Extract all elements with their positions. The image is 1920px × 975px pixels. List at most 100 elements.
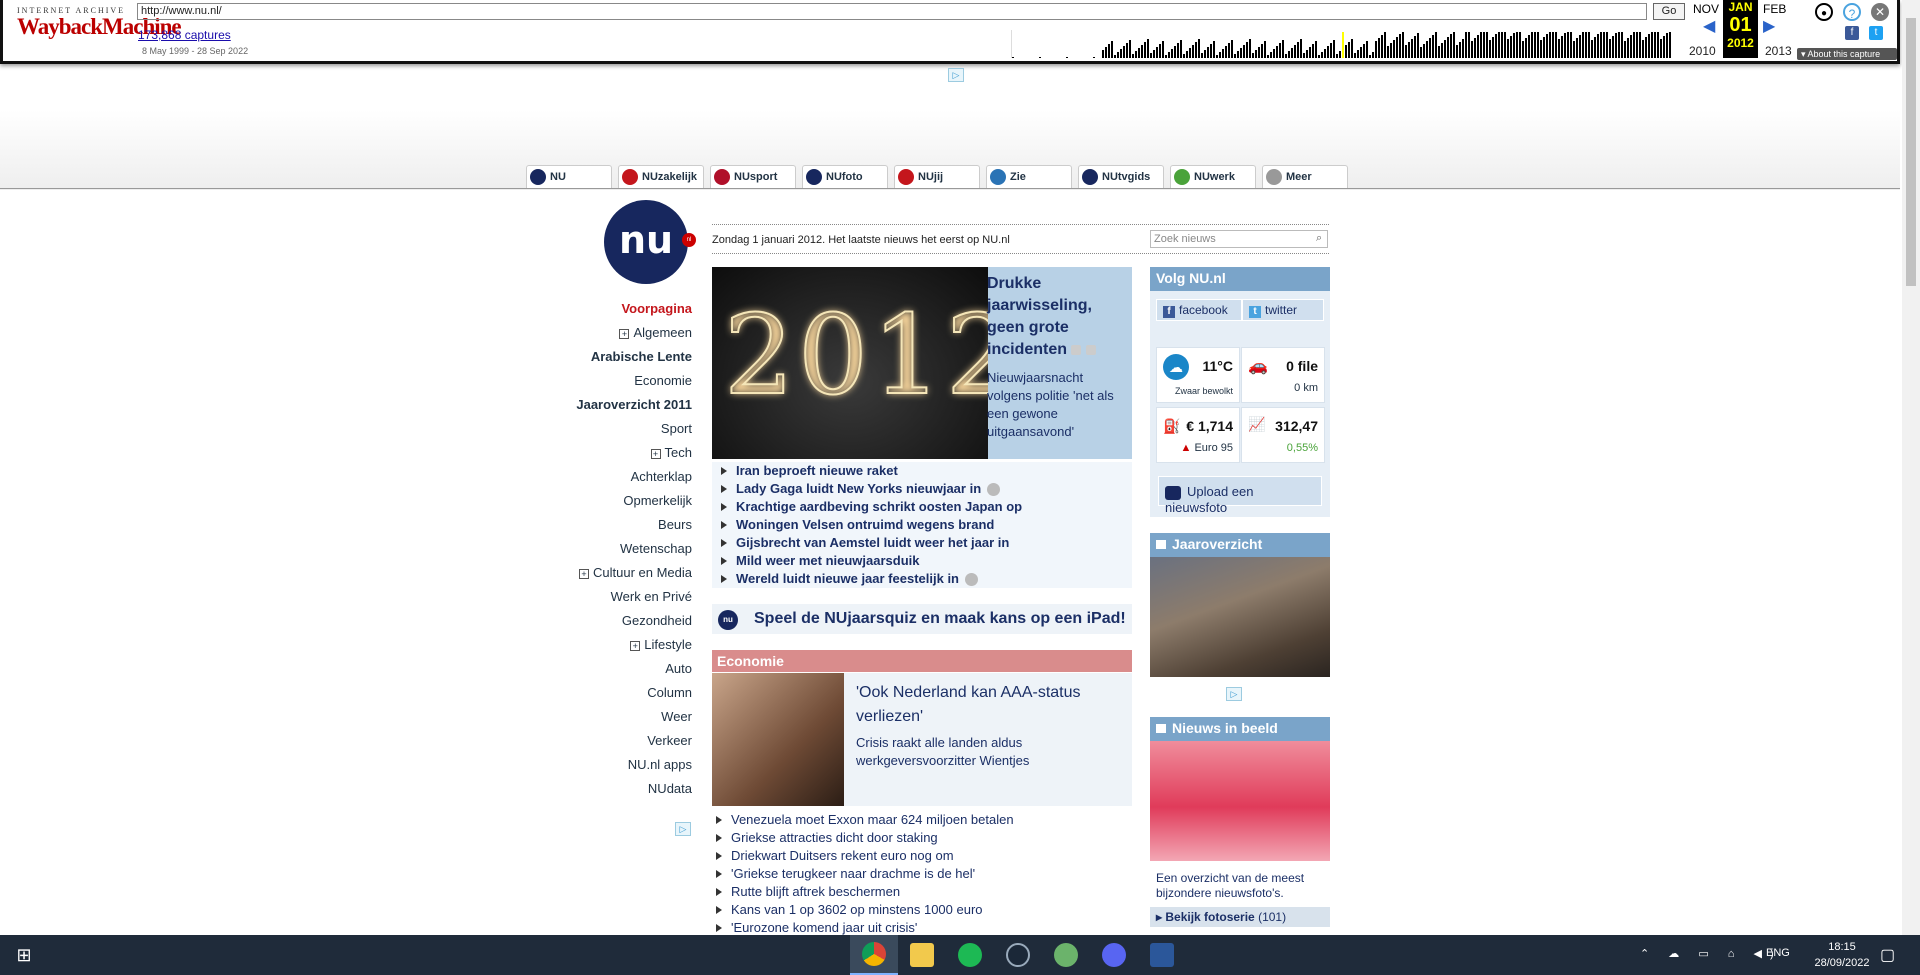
- capture-bar[interactable]: [1564, 33, 1566, 58]
- capture-bar[interactable]: [1111, 41, 1113, 58]
- capture-bar[interactable]: [1531, 32, 1533, 58]
- economie-item[interactable]: Venezuela moet Exxon maar 624 miljoen be…: [712, 811, 1132, 829]
- capture-bar[interactable]: [1651, 32, 1653, 58]
- capture-bar[interactable]: [1333, 40, 1335, 58]
- capture-bar[interactable]: [1498, 32, 1500, 58]
- capture-bar[interactable]: [1483, 32, 1485, 58]
- capture-bar[interactable]: [1501, 32, 1503, 58]
- capture-bar[interactable]: [1597, 34, 1599, 58]
- capture-bar[interactable]: [1639, 32, 1641, 58]
- capture-bar[interactable]: [1168, 52, 1170, 58]
- capture-bar[interactable]: [1282, 40, 1284, 58]
- economie-item[interactable]: Kans van 1 op 3602 op minstens 1000 euro: [712, 901, 1132, 919]
- capture-bar[interactable]: [1222, 49, 1224, 58]
- facebook-share-icon[interactable]: f: [1845, 26, 1859, 40]
- headline-item[interactable]: Woningen Velsen ontruimd wegens brand: [712, 516, 1132, 534]
- capture-bar[interactable]: [1321, 52, 1323, 58]
- headline-item[interactable]: Gijsbrecht van Aemstel luidt weer het ja…: [712, 534, 1132, 552]
- capture-bar[interactable]: [1390, 43, 1392, 58]
- capture-bar[interactable]: [1204, 50, 1206, 58]
- sidenav-item[interactable]: Gezondheid: [560, 612, 692, 636]
- capture-bar[interactable]: [1234, 54, 1236, 58]
- capture-bar[interactable]: [1402, 32, 1404, 58]
- capture-bar[interactable]: [1477, 35, 1479, 58]
- tab-nufoto[interactable]: NUfoto: [802, 165, 888, 188]
- wayback-prev-month[interactable]: NOV: [1693, 2, 1719, 16]
- capture-bar[interactable]: [1126, 43, 1128, 58]
- file-explorer-icon[interactable]: [898, 935, 946, 975]
- capture-bar[interactable]: [1405, 45, 1407, 58]
- capture-bar[interactable]: [1201, 53, 1203, 58]
- close-icon[interactable]: ✕: [1871, 3, 1889, 21]
- capture-bar[interactable]: [1633, 32, 1635, 58]
- capture-bar[interactable]: [1546, 34, 1548, 58]
- capture-bar[interactable]: [1441, 43, 1443, 58]
- capture-bar[interactable]: [1567, 32, 1569, 58]
- capture-bar[interactable]: [1486, 32, 1488, 58]
- capture-bar[interactable]: [1324, 49, 1326, 58]
- capture-bar[interactable]: [1210, 44, 1212, 58]
- economie-item[interactable]: 'Griekse terugkeer naar drachme is de he…: [712, 865, 1132, 883]
- capture-bar[interactable]: [1327, 46, 1329, 58]
- capture-bar[interactable]: [1219, 52, 1221, 58]
- twitter-button[interactable]: t twitter: [1242, 299, 1324, 321]
- capture-bar[interactable]: [1135, 51, 1137, 58]
- capture-bar[interactable]: [1444, 40, 1446, 58]
- discord-icon[interactable]: [1090, 935, 1138, 975]
- sidenav-item[interactable]: Werk en Privé: [560, 588, 692, 612]
- capture-bar[interactable]: [1384, 32, 1386, 58]
- capture-bar[interactable]: [1582, 32, 1584, 58]
- expand-icon[interactable]: +: [630, 640, 641, 651]
- scrollbar-thumb[interactable]: [1906, 18, 1916, 286]
- capture-bar[interactable]: [1585, 32, 1587, 58]
- economie-image[interactable]: [712, 673, 844, 806]
- capture-bar[interactable]: [1162, 41, 1164, 58]
- hero-title[interactable]: Drukke jaarwisseling, geen grote inciden…: [987, 273, 1127, 361]
- jaaroverzicht-header[interactable]: Jaaroverzicht: [1150, 533, 1330, 557]
- capture-bar[interactable]: [1615, 33, 1617, 58]
- wayback-next-year[interactable]: 2013: [1765, 44, 1792, 58]
- capture-bar[interactable]: [1093, 57, 1095, 58]
- expand-icon[interactable]: +: [650, 448, 661, 459]
- capture-bar[interactable]: [1489, 40, 1491, 58]
- ad-choices-icon[interactable]: ▷: [1226, 687, 1242, 701]
- capture-bar[interactable]: [1279, 43, 1281, 58]
- fuel-widget[interactable]: ⛽ € 1,714 ▲ Euro 95: [1156, 407, 1240, 463]
- tab-meer[interactable]: Meer: [1262, 165, 1348, 188]
- capture-bar[interactable]: [1657, 32, 1659, 58]
- capture-bar[interactable]: [1315, 41, 1317, 58]
- capture-bar[interactable]: [1648, 34, 1650, 58]
- ad-choices-icon[interactable]: ▷: [675, 822, 691, 836]
- capture-bar[interactable]: [1669, 32, 1671, 58]
- capture-bar[interactable]: [1492, 37, 1494, 58]
- capture-bar[interactable]: [1579, 35, 1581, 58]
- capture-bar[interactable]: [1153, 50, 1155, 58]
- capture-bar[interactable]: [1399, 34, 1401, 58]
- capture-bar[interactable]: [1117, 52, 1119, 58]
- capture-bar[interactable]: [1450, 34, 1452, 58]
- capture-bar[interactable]: [1342, 32, 1344, 58]
- capture-bar[interactable]: [1375, 41, 1377, 58]
- capture-bar[interactable]: [1180, 40, 1182, 58]
- capture-bar[interactable]: [1300, 39, 1302, 58]
- capture-bar[interactable]: [1504, 32, 1506, 58]
- capture-bar[interactable]: [1381, 35, 1383, 58]
- sidenav-item[interactable]: Wetenschap: [560, 540, 692, 564]
- capture-bar[interactable]: [1102, 50, 1104, 58]
- capture-bar[interactable]: [1447, 37, 1449, 58]
- capture-bar[interactable]: [1177, 43, 1179, 58]
- sidenav-item[interactable]: + Algemeen: [560, 324, 692, 348]
- capture-bar[interactable]: [1549, 32, 1551, 58]
- capture-bar[interactable]: [1105, 47, 1107, 58]
- sidenav-item[interactable]: NU.nl apps: [560, 756, 692, 780]
- capture-bar[interactable]: [1114, 55, 1116, 58]
- capture-bar[interactable]: [1600, 32, 1602, 58]
- capture-bar[interactable]: [1192, 45, 1194, 58]
- economie-title[interactable]: 'Ook Nederland kan AAA-status verliezen': [856, 681, 1126, 729]
- capture-bar[interactable]: [1603, 32, 1605, 58]
- sidenav-item[interactable]: Sport: [560, 420, 692, 444]
- capture-bar[interactable]: [1249, 39, 1251, 58]
- sidenav-item[interactable]: Weer: [560, 708, 692, 732]
- capture-bar[interactable]: [1174, 46, 1176, 58]
- capture-bar[interactable]: [1330, 43, 1332, 58]
